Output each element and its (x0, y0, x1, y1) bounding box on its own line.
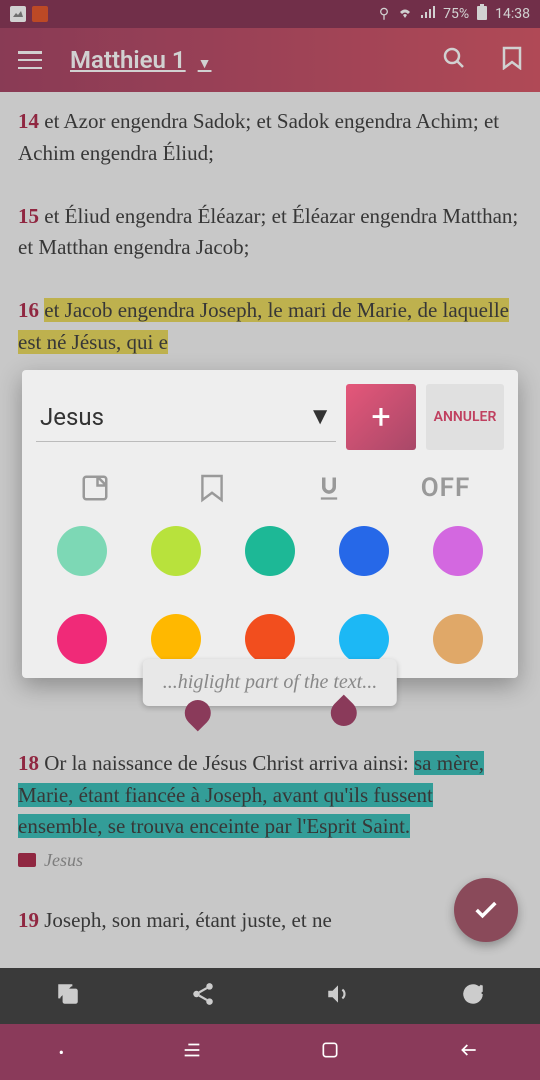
confirm-fab[interactable] (454, 878, 518, 942)
color-teal[interactable] (245, 526, 295, 576)
color-mint[interactable] (57, 526, 107, 576)
note-button[interactable] (75, 468, 115, 508)
underline-button[interactable] (309, 468, 349, 508)
share-button[interactable] (190, 981, 216, 1011)
color-tan[interactable] (433, 614, 483, 664)
copy-button[interactable] (55, 981, 81, 1011)
color-purple[interactable] (433, 526, 483, 576)
color-lime[interactable] (151, 526, 201, 576)
add-button[interactable]: + (346, 384, 416, 450)
nav-back[interactable] (457, 1040, 481, 1064)
action-bar (0, 968, 540, 1024)
nav-home[interactable] (320, 1040, 340, 1064)
toast-message: ...higlight part of the text... (143, 659, 397, 706)
audio-button[interactable] (325, 981, 351, 1011)
color-orange[interactable] (245, 614, 295, 664)
color-pink[interactable] (57, 614, 107, 664)
color-sky[interactable] (339, 614, 389, 664)
nav-dot[interactable]: • (59, 1043, 64, 1062)
color-blue[interactable] (339, 526, 389, 576)
nav-recents[interactable] (181, 1039, 203, 1065)
bookmark-tool-button[interactable] (192, 468, 232, 508)
tag-dropdown[interactable]: Jesus ▼ (36, 392, 336, 442)
color-yellow[interactable] (151, 614, 201, 664)
chevron-down-icon: ▼ (308, 402, 332, 431)
cancel-button[interactable]: ANNULER (426, 384, 504, 450)
highlight-dialog: Jesus ▼ + ANNULER OFF ...higlight part o… (22, 370, 518, 678)
refresh-button[interactable] (460, 981, 486, 1011)
system-nav-bar: • (0, 1024, 540, 1080)
color-palette (36, 526, 504, 664)
off-button[interactable]: OFF (426, 468, 466, 508)
